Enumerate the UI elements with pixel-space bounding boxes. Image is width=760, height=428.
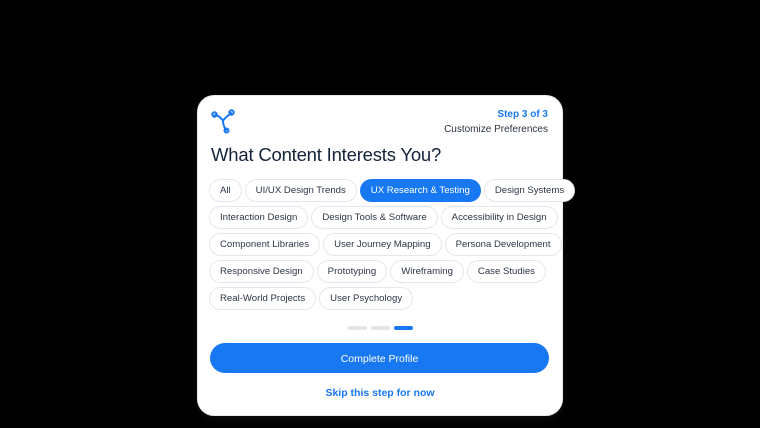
interest-chip[interactable]: Persona Development [444,233,562,256]
chip-row: Interaction Design Design Tools & Softwar… [209,206,558,229]
interest-chip[interactable]: UX Research & Testing [359,179,481,202]
onboarding-card: Step 3 of 3 Customize Preferences What C… [198,96,576,415]
interest-chip[interactable]: Responsive Design [209,260,314,283]
chip-row: Responsive Design Prototyping Wireframing C… [209,260,553,283]
interest-chip[interactable]: User Journey Mapping [323,233,442,256]
interest-chip[interactable]: Design Tools & Software [311,206,438,229]
step-count: Step 3 of 3 [497,109,548,120]
interest-chip[interactable]: Component Libraries [209,233,321,256]
interest-chip[interactable]: Wireframing [390,260,464,283]
interest-chip[interactable]: Prototyping [316,260,388,283]
interest-chip[interactable]: UI/UX Design Trends [244,179,357,202]
interest-chip[interactable]: Accessibility in Design [440,206,558,229]
interest-chip[interactable]: User Psychology [319,287,414,310]
progress-dots [348,326,413,330]
interest-chip[interactable]: Real-World Projects [209,287,317,310]
page-title: What Content Interests You? [211,144,442,165]
step-indicator: Step 3 of 3 Customize Preferences [444,108,548,136]
interest-chip-group: All UI/UX Design Trends UX Research & Test… [209,179,576,314]
skip-step-link[interactable]: Skip this step for now [198,387,562,399]
step-title: Customize Preferences [444,124,548,135]
interest-chip[interactable]: Design Systems [483,179,576,202]
interest-chip[interactable]: All [209,179,242,202]
complete-profile-button[interactable]: Complete Profile [210,343,549,373]
chip-row: Component Libraries User Journey Mapping P… [209,233,562,256]
progress-dot [371,326,390,330]
interest-chip[interactable]: Case Studies [466,260,546,283]
chip-row: All UI/UX Design Trends UX Research & Test… [209,179,576,202]
tri-node-logo-icon [211,109,235,134]
interest-chip[interactable]: Interaction Design [209,206,309,229]
progress-dot [348,326,367,330]
progress-dot [394,326,413,330]
chip-row: Real-World Projects User Psychology [209,287,553,310]
